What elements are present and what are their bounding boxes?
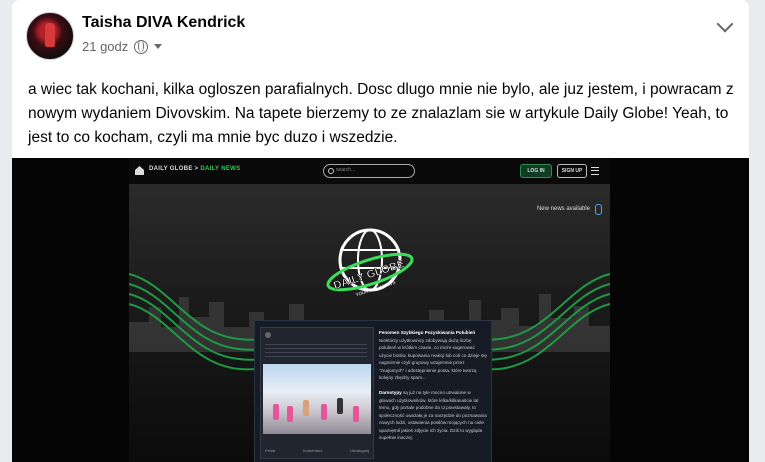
action-like: Polub xyxy=(265,448,276,453)
hero-banner: New news available DAILY GLOBE YOUR DAIL… xyxy=(129,184,610,462)
article-heading: Fenomen Szybkiego Pozyskiwania Polubień xyxy=(379,330,476,335)
search-icon xyxy=(328,168,334,174)
brand-main: DAILY GLOBE xyxy=(149,166,193,172)
author-name[interactable]: Taisha DIVA Kendrick xyxy=(82,14,245,32)
article-paragraph-2: są już na tyle mocno utrwalone w głowach… xyxy=(379,390,487,440)
action-share: Udostępnij xyxy=(350,448,369,453)
avatar[interactable] xyxy=(26,12,74,60)
article-card[interactable]: Polub Komentarz Udostępnij Fenomen Szybk… xyxy=(254,320,492,462)
embedded-avatar xyxy=(265,332,271,338)
daily-globe-logo: DAILY GLOBE YOUR DAILY NEWS xyxy=(326,228,414,297)
facebook-post: Taisha DIVA Kendrick 21 godz a wiec tak … xyxy=(12,0,749,462)
article-heading-2: Darnotypy xyxy=(379,390,402,395)
post-text: a wiec tak kochani, kilka ogloszen paraf… xyxy=(28,81,734,146)
search-input[interactable]: search... xyxy=(323,164,415,178)
notification-icon[interactable] xyxy=(595,204,602,215)
article-text: Fenomen Szybkiego Pozyskiwania Polubień … xyxy=(379,329,487,442)
embedded-photo xyxy=(263,364,371,434)
chevron-down-icon[interactable] xyxy=(716,15,734,33)
menu-icon[interactable] xyxy=(591,167,599,175)
brand-section: DAILY NEWS xyxy=(200,166,241,172)
home-icon[interactable] xyxy=(135,166,144,175)
site-brand[interactable]: DAILY GLOBE > DAILY NEWS xyxy=(149,166,240,172)
article-paragraph-1: Niektórzy użytkownicy zdobywają dużą lic… xyxy=(379,337,487,381)
embedded-post: Polub Komentarz Udostępnij xyxy=(260,327,374,459)
audience-dropdown-icon[interactable] xyxy=(154,44,163,49)
embedded-actions: Polub Komentarz Udostępnij xyxy=(265,448,369,454)
signup-button[interactable]: SIGN UP xyxy=(557,164,587,178)
globe-icon xyxy=(134,39,149,54)
post-timestamp[interactable]: 21 godz xyxy=(82,39,128,54)
embedded-text-lines xyxy=(265,344,367,358)
post-meta: 21 godz xyxy=(82,39,163,54)
login-button[interactable]: LOG IN xyxy=(520,164,552,178)
site-header: DAILY GLOBE > DAILY NEWS search... LOG I… xyxy=(129,158,610,185)
search-placeholder: search... xyxy=(336,167,356,173)
action-comment: Komentarz xyxy=(302,448,323,453)
new-news-label[interactable]: New news available xyxy=(537,206,590,212)
post-image[interactable]: DAILY GLOBE > DAILY NEWS search... LOG I… xyxy=(12,158,749,462)
